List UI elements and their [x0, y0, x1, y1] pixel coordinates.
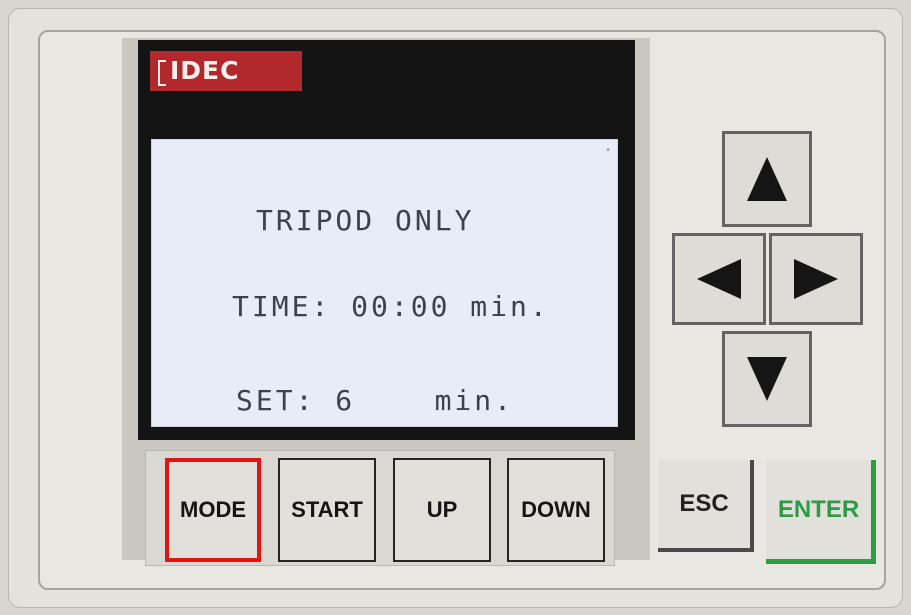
set-readout: SET: 6 min.: [236, 384, 515, 417]
up-arrow-icon: [747, 157, 787, 201]
time-readout: TIME: 00:00 min.: [232, 290, 550, 323]
screen-title: TRIPOD ONLY: [256, 204, 475, 237]
left-arrow-icon: [697, 259, 741, 299]
mode-button[interactable]: MODE: [165, 458, 261, 562]
nav-left-button[interactable]: [672, 233, 766, 325]
idec-logo: IDEC: [150, 51, 302, 91]
down-arrow-icon: [747, 357, 787, 401]
right-arrow-icon: [794, 259, 838, 299]
nav-right-button[interactable]: [769, 233, 863, 325]
nav-up-button[interactable]: [722, 131, 812, 227]
down-button[interactable]: DOWN: [507, 458, 605, 562]
lcd-indicator: •: [605, 145, 611, 156]
up-button[interactable]: UP: [393, 458, 491, 562]
start-button[interactable]: START: [278, 458, 376, 562]
lcd-screen: • TRIPOD ONLY TIME: 00:00 min. SET: 6 mi…: [151, 139, 618, 427]
enter-button[interactable]: ENTER: [766, 460, 876, 564]
nav-down-button[interactable]: [722, 331, 812, 427]
esc-button[interactable]: ESC: [658, 460, 754, 552]
